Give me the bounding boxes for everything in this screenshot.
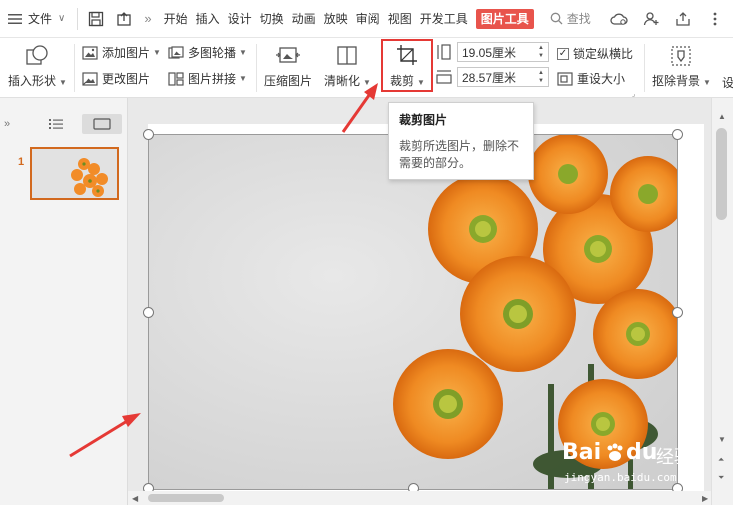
baidu-watermark: Bai du 经验 jingyan.baidu.com xyxy=(560,440,700,488)
scroll-left-icon[interactable]: ◀ xyxy=(132,494,138,503)
arrow-to-crop-icon xyxy=(341,83,378,133)
vertical-scrollbar[interactable]: ▲ ▼ ⏶ ⏷ xyxy=(711,98,733,505)
vertical-scroll-thumb[interactable] xyxy=(716,128,727,220)
scroll-up-icon[interactable]: ▲ xyxy=(718,112,726,121)
watermark-url: jingyan.baidu.com xyxy=(564,471,677,484)
watermark-brand: Bai xyxy=(562,440,602,465)
page-up-icon[interactable]: ⏶ xyxy=(718,455,724,465)
watermark-cn: 经验 xyxy=(656,447,692,468)
annotation-arrows xyxy=(69,83,378,458)
horizontal-scroll-thumb[interactable] xyxy=(148,494,224,502)
horizontal-scrollbar[interactable]: ◀ ▶ xyxy=(128,491,711,505)
paw-icon xyxy=(607,443,623,461)
watermark-brand-suffix: du xyxy=(626,440,658,465)
scroll-right-icon[interactable]: ▶ xyxy=(702,494,708,503)
arrow-to-picture-edge-icon xyxy=(69,413,141,458)
scroll-down-icon[interactable]: ▼ xyxy=(718,435,726,444)
page-down-icon[interactable]: ⏷ xyxy=(718,473,724,483)
